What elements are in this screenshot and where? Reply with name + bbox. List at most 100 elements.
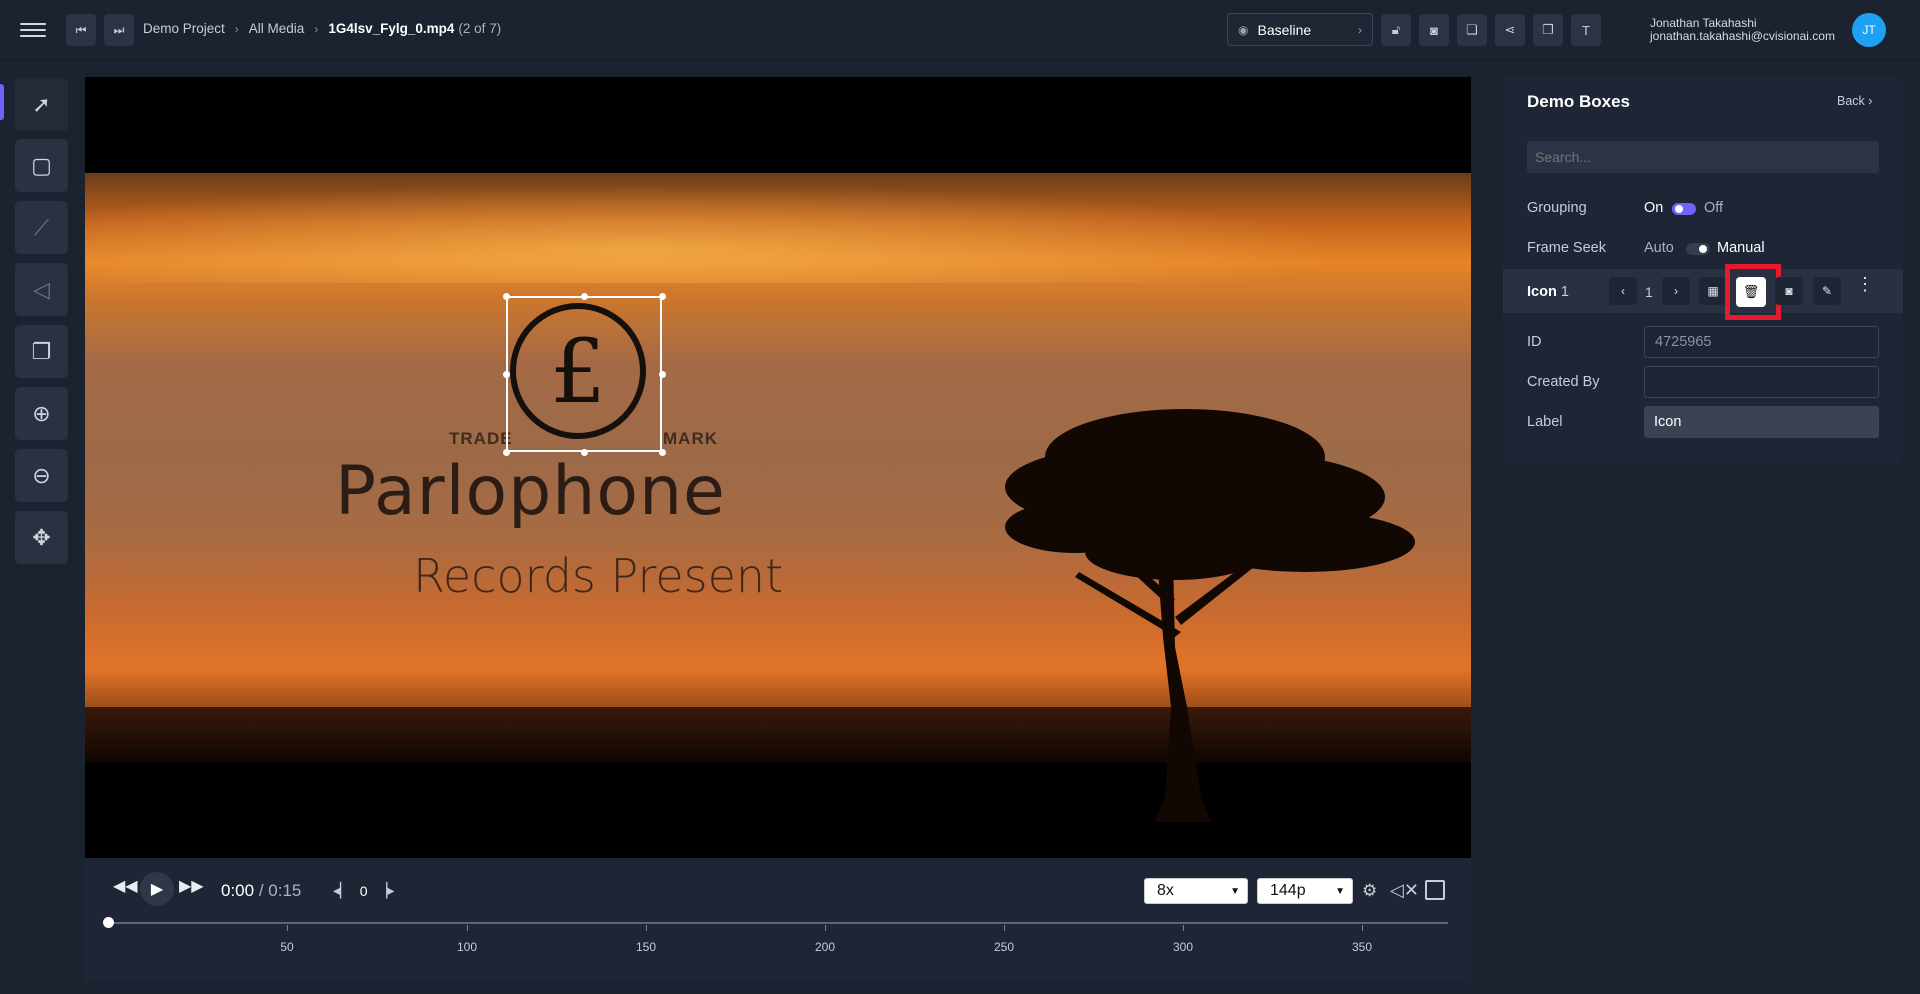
first-media-button[interactable]: ⏮ [66,14,96,46]
more-options-icon[interactable]: ⋮ [1856,275,1874,293]
play-button[interactable]: ▶ [140,872,174,906]
breadcrumb-all-media[interactable]: All Media [249,21,305,36]
chevron-down-icon: ▼ [1230,885,1240,897]
delete-button[interactable]: 🗑︎ [1736,277,1766,307]
box-tool[interactable]: ▢ [15,139,68,192]
line-tool[interactable]: ⟋ [15,201,68,254]
rewind-button[interactable]: ◀◀ [113,876,138,896]
grouping-toggle[interactable] [1672,203,1696,215]
resize-handle[interactable] [503,371,510,378]
pencil-icon: ✎ [1821,284,1833,298]
point-tool[interactable]: ◁ [15,263,68,316]
fullscreen-icon[interactable] [1425,880,1445,900]
search-input[interactable] [1527,141,1879,173]
timeline-tick [646,925,647,931]
created-by-label: Created By [1527,374,1600,390]
go-to-frame-button[interactable]: ▦ [1699,277,1727,305]
pointer-icon: ➚ [32,91,51,117]
timeline-track[interactable] [108,922,1448,924]
chevron-right-icon: › [1674,284,1678,298]
timeline-tick [825,925,826,931]
grouping-on-label[interactable]: On [1644,200,1663,216]
track-tool[interactable]: ❐ [15,325,68,378]
gear-icon[interactable]: ⚙ [1362,881,1377,901]
chevron-right-icon: › [314,21,319,36]
edit-button[interactable]: ✎ [1813,277,1841,305]
timeline-scrubber[interactable] [103,917,114,928]
frame-number[interactable]: 0 [360,883,368,899]
chevron-right-icon: › [1868,94,1873,108]
next-object-button[interactable]: › [1662,277,1690,305]
version-select[interactable]: ◉ Baseline › [1227,13,1373,46]
video-canvas[interactable]: TRADE MARK £ Parlophone Records Present [85,77,1471,858]
timeline-tick [1183,925,1184,931]
play-icon: ▶ [150,881,164,898]
line-icon: ⟋ [33,214,50,240]
frame-seek-manual-label[interactable]: Manual [1717,240,1765,256]
user-info: Jonathan Takahashi jonathan.takahashi@cv… [1650,17,1835,43]
id-label: ID [1527,334,1542,350]
fast-forward-button[interactable]: ▶▶ [179,876,204,896]
text-icon: T [1582,22,1590,38]
resize-handle[interactable] [659,293,666,300]
grouping-off-label[interactable]: Off [1704,200,1723,216]
next-frame-icon[interactable]: ▕▸ [377,882,395,899]
share-button[interactable]: ⋖ [1495,14,1525,46]
lock-icon: 🔓︎ [1391,22,1401,37]
playback-speed-value: 8x [1157,882,1174,899]
chevron-right-icon: › [234,21,239,36]
mute-icon[interactable]: ◁✕ [1390,880,1419,901]
frame-icon: ▦ [1707,284,1719,298]
pan-tool[interactable]: ✥ [15,511,68,564]
resize-handle[interactable] [581,293,588,300]
timeline-tick [467,925,468,931]
copy-icon: ❐ [31,338,52,364]
menu-icon[interactable] [20,19,46,41]
frame-seek-label: Frame Seek [1527,240,1606,256]
object-frame-number: 1 [1645,284,1653,300]
avatar[interactable]: JT [1852,13,1886,47]
capture-object-button[interactable]: ◙ [1775,277,1803,305]
media-position: (2 of 7) [458,21,502,36]
share-icon: ⋖ [1504,22,1516,37]
frame-seek-toggle[interactable] [1686,243,1710,255]
frame-seek-auto-label[interactable]: Auto [1644,240,1674,256]
back-button[interactable]: Back › [1837,94,1872,108]
box-icon: ▢ [31,152,52,178]
breadcrumb: Demo Project › All Media › 1G4lsv_Fylg_0… [143,21,501,36]
grouping-label: Grouping [1527,200,1587,216]
playback-speed-select[interactable]: 8x ▼ [1144,878,1248,904]
quality-value: 144p [1270,882,1306,899]
player-controls [85,858,1471,982]
zoom-out-tool[interactable]: ⊖ [15,449,68,502]
lock-button[interactable]: 🔓︎ [1381,14,1411,46]
resize-handle[interactable] [503,449,510,456]
timeline-tick-label: 200 [814,940,836,954]
timeline-tick [1004,925,1005,931]
resize-handle[interactable] [659,449,666,456]
duration: / 0:15 [258,881,302,900]
label-field[interactable]: Icon [1644,406,1879,438]
next-media-button[interactable]: ⏭ [104,14,134,46]
fast-forward-icon: ▶▶ [179,878,204,895]
rewind-icon: ◀◀ [113,878,138,895]
layers-button[interactable]: ❐ [1533,14,1563,46]
timeline-tick-label: 150 [635,940,657,954]
previous-object-button[interactable]: ‹ [1609,277,1637,305]
resize-handle[interactable] [581,449,588,456]
zoom-in-tool[interactable]: ⊕ [15,387,68,440]
bounding-box-annotation[interactable] [506,296,662,452]
resize-handle[interactable] [503,293,510,300]
bookmark-button[interactable]: ❏ [1457,14,1487,46]
panel-title: Demo Boxes [1527,92,1630,111]
active-tool-indicator [0,84,4,120]
select-tool[interactable]: ➚ [15,78,68,131]
breadcrumb-project[interactable]: Demo Project [143,21,225,36]
capture-button[interactable]: ◙ [1419,14,1449,46]
quality-select[interactable]: 144p ▼ [1257,878,1353,904]
timeline-tick [1362,925,1363,931]
resize-handle[interactable] [659,371,666,378]
text-button[interactable]: T [1571,14,1601,46]
chevron-left-icon: ‹ [1621,284,1625,298]
previous-frame-icon[interactable]: ◂▏ [333,882,351,899]
